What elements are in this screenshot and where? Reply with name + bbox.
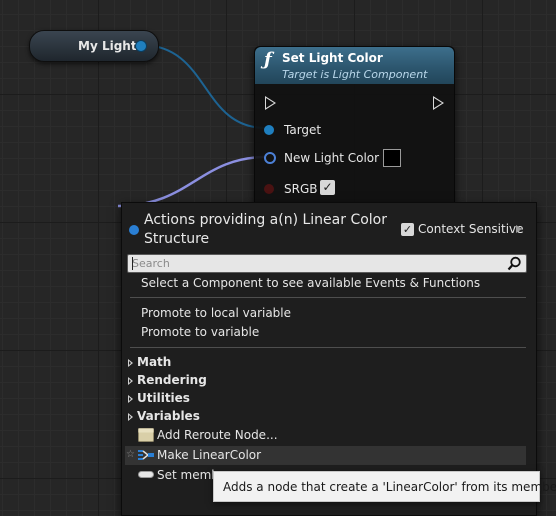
srgb-pin-label: SRGB — [284, 182, 318, 196]
separator — [130, 347, 526, 348]
function-icon: ƒ — [264, 49, 272, 70]
expand-arrow-icon[interactable] — [128, 395, 133, 403]
promote-variable-item[interactable]: Promote to variable — [141, 325, 259, 339]
new-light-color-pin-icon[interactable] — [264, 152, 276, 164]
exec-output-pin-icon[interactable] — [433, 96, 444, 110]
new-light-color-pin-label: New Light Color — [284, 151, 380, 165]
target-pin-label: Target — [284, 123, 322, 137]
expand-arrow-icon[interactable] — [128, 413, 133, 421]
search-icon[interactable] — [507, 256, 522, 271]
target-pin-icon[interactable] — [264, 125, 274, 135]
tooltip-text: Adds a node that create a 'LinearColor' … — [223, 480, 556, 494]
output-pin-icon[interactable] — [136, 41, 146, 51]
function-node-title: Set Light Color — [282, 51, 383, 65]
struct-type-icon — [129, 225, 139, 235]
color-swatch[interactable] — [383, 149, 401, 167]
tooltip: Adds a node that create a 'LinearColor' … — [213, 471, 556, 502]
reroute-node-icon — [138, 428, 154, 442]
component-hint-text: Select a Component to see available Even… — [141, 276, 481, 290]
exec-input-pin-icon[interactable] — [265, 96, 276, 110]
promote-local-variable-item[interactable]: Promote to local variable — [141, 306, 291, 320]
make-linearcolor-label: Make LinearColor — [157, 448, 262, 462]
srgb-checkbox[interactable]: ✓ — [320, 180, 335, 195]
chevron-right-icon[interactable] — [516, 225, 522, 233]
expand-arrow-icon[interactable] — [128, 359, 133, 367]
variable-node-label: My Light — [78, 39, 137, 53]
search-box[interactable] — [127, 254, 527, 273]
search-input[interactable] — [130, 255, 504, 272]
context-sensitive-checkbox[interactable]: ✓ — [401, 223, 414, 236]
text-cursor — [132, 257, 133, 270]
context-sensitive-label[interactable]: Context Sensitive — [418, 222, 524, 236]
set-members-label: Set memb — [157, 468, 219, 482]
function-node-subtitle: Target is Light Component — [282, 68, 428, 81]
action-menu: Actions providing a(n) Linear Color Stru… — [121, 202, 537, 516]
favorite-star-icon[interactable]: ☆ — [126, 449, 135, 460]
struct-wire — [117, 155, 267, 208]
set-light-color-node[interactable]: ƒ Set Light Color Target is Light Compon… — [254, 46, 455, 213]
add-reroute-node-label: Add Reroute Node... — [157, 428, 278, 442]
make-struct-icon — [138, 450, 154, 460]
srgb-pin-icon[interactable] — [264, 184, 274, 194]
separator — [130, 297, 526, 298]
set-members-icon — [138, 471, 154, 478]
expand-arrow-icon[interactable] — [128, 377, 133, 385]
object-wire — [140, 44, 267, 129]
action-menu-title: Actions providing a(n) Linear Color Stru… — [144, 212, 387, 247]
my-light-variable-node[interactable]: My Light — [29, 30, 159, 62]
function-node-header: ƒ Set Light Color Target is Light Compon… — [255, 47, 454, 84]
